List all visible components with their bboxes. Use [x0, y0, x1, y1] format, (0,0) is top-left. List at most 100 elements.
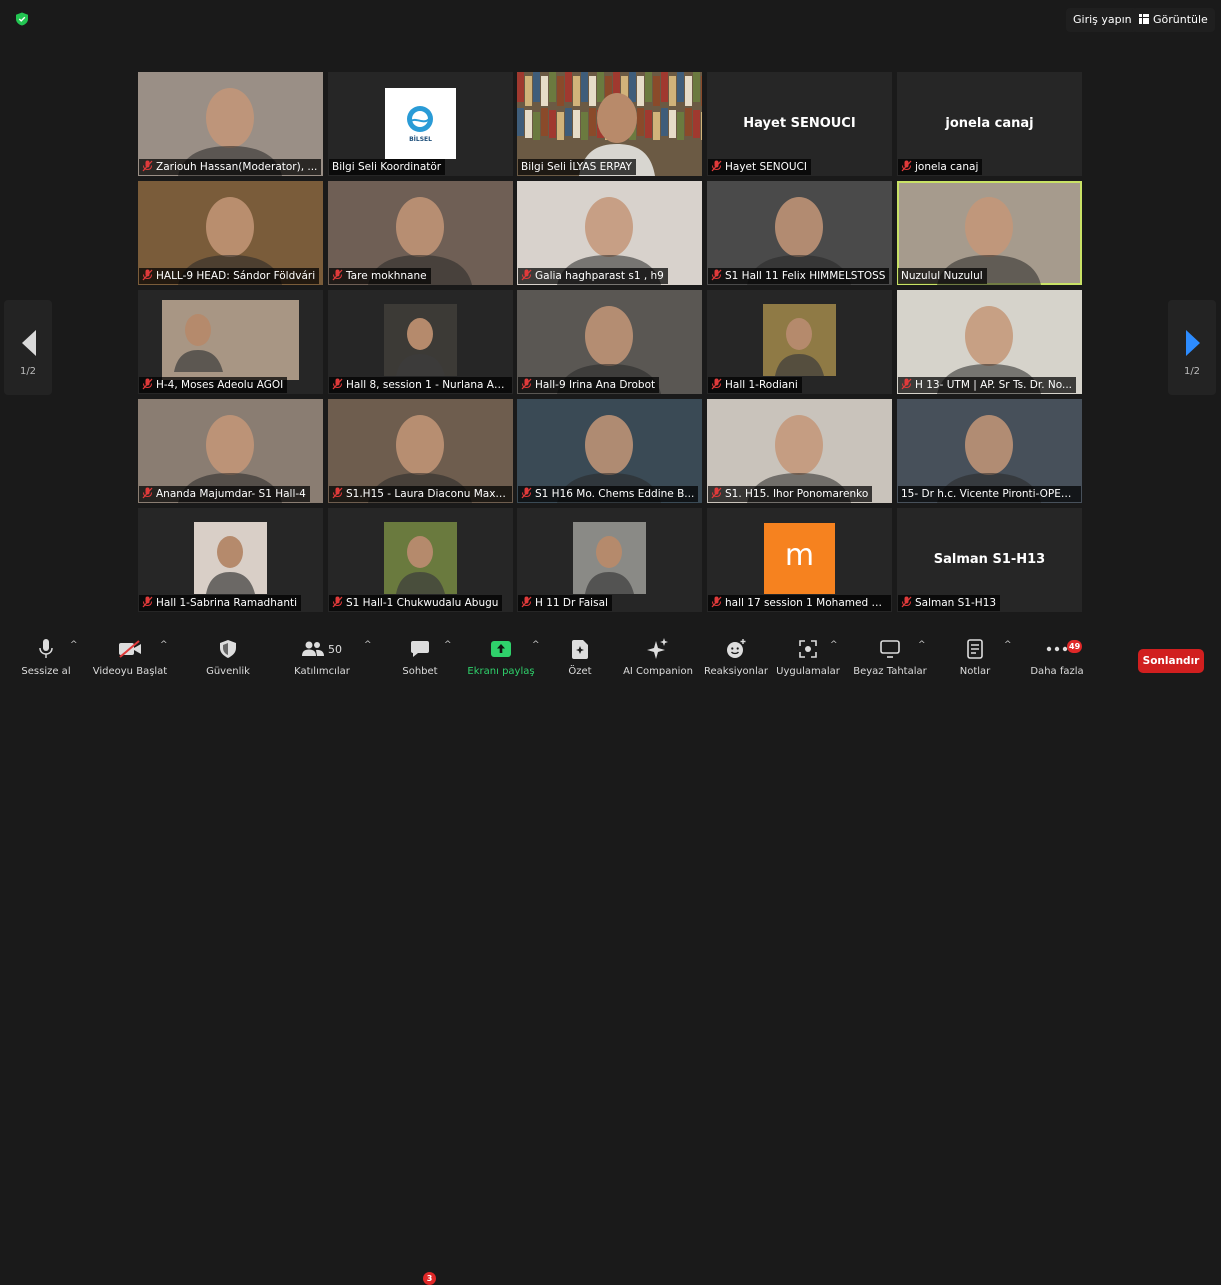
apps-options-caret-icon[interactable]: ^ — [830, 640, 838, 650]
meeting-toolbar: Sessize al ^ Videoyu Başlat ^ Güvenlik 5… — [0, 632, 1221, 1285]
muted-mic-icon — [521, 487, 532, 499]
mute-button[interactable]: Sessize al — [18, 638, 74, 682]
whiteboards-button[interactable]: Beyaz Tahtalar — [852, 638, 928, 682]
video-off-icon — [119, 640, 141, 658]
participant-tile[interactable]: jonela canaj jonela canaj — [897, 72, 1082, 176]
microphone-icon — [39, 639, 53, 658]
participant-tile[interactable]: 15- Dr h.c. Vicente Pironti-OPEN ... — [897, 399, 1082, 503]
muted-mic-icon — [711, 269, 722, 281]
participant-tile[interactable]: Hayet SENOUCI Hayet SENOUCI — [707, 72, 892, 176]
participant-name-label: Galia haghparast s1 , h9 — [518, 268, 668, 284]
participant-tile[interactable]: Bilgi Seli İLYAS ERPAY — [517, 72, 702, 176]
participant-tile[interactable]: m hall 17 session 1 Mohamed B... — [707, 508, 892, 612]
participant-name-label: Hayet SENOUCI — [708, 159, 811, 175]
participant-display-name: jonela canaj — [945, 116, 1034, 131]
summary-button[interactable]: Özet — [560, 638, 600, 682]
chat-button[interactable]: Sohbet — [396, 638, 444, 682]
participant-name: S1.H15 - Laura Diaconu Maxim — [346, 488, 509, 500]
participant-name-label: H 11 Dr Faisal — [518, 595, 612, 611]
previous-page-button[interactable]: 1/2 — [4, 300, 52, 395]
more-badge: 49 — [1067, 640, 1083, 653]
participant-name-label: Hall-9 Irina Ana Drobot — [518, 377, 660, 393]
participant-tile[interactable]: S1. H15. Ihor Ponomarenko — [707, 399, 892, 503]
muted-mic-icon — [521, 378, 532, 390]
participant-tile[interactable]: S1.H15 - Laura Diaconu Maxim — [328, 399, 513, 503]
participant-tile[interactable]: Hall 8, session 1 - Nurlana Ag... — [328, 290, 513, 394]
more-dots-icon — [1046, 646, 1068, 652]
start-video-button[interactable]: Videoyu Başlat — [90, 638, 170, 682]
participant-name-label: Bilgi Seli Koordinatör — [329, 159, 446, 175]
security-button[interactable]: Güvenlik — [200, 638, 256, 682]
participant-tile[interactable]: Zariouh Hassan(Moderator), ... — [138, 72, 323, 176]
participant-name-label: Nuzulul Nuzulul — [898, 268, 987, 284]
moodle-m-logo: m — [764, 523, 835, 594]
whiteboard-options-caret-icon[interactable]: ^ — [918, 640, 926, 650]
muted-mic-icon — [711, 160, 722, 172]
participant-tile[interactable]: Hall 1-Rodiani — [707, 290, 892, 394]
muted-mic-icon — [142, 378, 153, 390]
participant-video — [384, 304, 457, 376]
participant-tile[interactable]: S1 Hall-1 Chukwudalu Abugu — [328, 508, 513, 612]
arrow-left-icon — [22, 330, 36, 356]
participant-tile[interactable]: Ananda Majumdar- S1 Hall-4 — [138, 399, 323, 503]
participant-tile[interactable]: H-4, Moses Adeolu AGOI — [138, 290, 323, 394]
participant-tile[interactable]: Tare mokhnane — [328, 181, 513, 285]
reactions-button[interactable]: Reaksiyonlar — [704, 638, 768, 682]
ai-companion-button[interactable]: AI Companion — [620, 638, 696, 682]
encryption-shield-icon[interactable] — [15, 12, 29, 26]
share-screen-button[interactable]: Ekranı paylaş — [466, 638, 536, 682]
participant-tile[interactable]: Nuzulul Nuzulul — [897, 181, 1082, 285]
chat-label: Sohbet — [402, 666, 438, 677]
participant-name: Tare mokhnane — [346, 270, 427, 282]
participant-video — [162, 300, 299, 380]
sign-in-button[interactable]: Giriş yapın — [1066, 8, 1139, 32]
reactions-label: Reaksiyonlar — [704, 666, 768, 677]
chat-options-caret-icon[interactable]: ^ — [444, 640, 452, 650]
end-meeting-button[interactable]: Sonlandır — [1138, 649, 1204, 673]
participant-name-label: Bilgi Seli İLYAS ERPAY — [518, 159, 636, 175]
whiteboard-icon — [880, 640, 900, 658]
participant-name-label: S1 Hall-1 Chukwudalu Abugu — [329, 595, 503, 611]
participant-tile[interactable]: Galia haghparast s1 , h9 — [517, 181, 702, 285]
participant-tile[interactable]: H 13- UTM | AP. Sr Ts. Dr. No... — [897, 290, 1082, 394]
participant-name-label: H-4, Moses Adeolu AGOI — [139, 377, 288, 393]
participants-options-caret-icon[interactable]: ^ — [364, 640, 372, 650]
participant-name: S1 Hall 11 Felix HIMMELSTOSS — [725, 270, 886, 282]
participant-name: Hall 8, session 1 - Nurlana Ag... — [346, 379, 511, 391]
participant-tile[interactable]: H 11 Dr Faisal — [517, 508, 702, 612]
participant-tile[interactable]: Salman S1-H13 Salman S1-H13 — [897, 508, 1082, 612]
summary-icon — [572, 639, 588, 659]
participant-name-label: S1 Hall 11 Felix HIMMELSTOSS — [708, 268, 890, 284]
apps-label: Uygulamalar — [776, 666, 840, 677]
participant-name-label: jonela canaj — [898, 159, 983, 175]
participant-tile[interactable]: S1 H16 Mo. Chems Eddine B... — [517, 399, 702, 503]
reaction-smiley-icon — [727, 639, 746, 658]
participants-button[interactable]: 50 Katılımcılar — [290, 638, 354, 682]
participant-name: Zariouh Hassan(Moderator), ... — [156, 161, 318, 173]
muted-mic-icon — [142, 269, 153, 281]
notes-options-caret-icon[interactable]: ^ — [1004, 640, 1012, 650]
mute-options-caret-icon[interactable]: ^ — [70, 640, 78, 650]
participant-name: S1. H15. Ihor Ponomarenko — [725, 488, 869, 500]
participant-name: S1 H16 Mo. Chems Eddine B... — [535, 488, 695, 500]
video-options-caret-icon[interactable]: ^ — [160, 640, 168, 650]
muted-mic-icon — [332, 596, 343, 608]
participant-tile[interactable]: S1 Hall 11 Felix HIMMELSTOSS — [707, 181, 892, 285]
bilsel-logo: BİLSEL — [385, 88, 456, 159]
notes-button[interactable]: Notlar — [950, 638, 1000, 682]
participant-name-label: Ananda Majumdar- S1 Hall-4 — [139, 486, 310, 502]
logo-text: BİLSEL — [409, 136, 432, 143]
view-button[interactable]: Görüntüle — [1132, 8, 1215, 32]
start-video-label: Videoyu Başlat — [92, 666, 168, 677]
participant-tile[interactable]: HALL-9 HEAD: Sándor Földvári — [138, 181, 323, 285]
participant-tile[interactable]: BİLSEL Bilgi Seli Koordinatör — [328, 72, 513, 176]
participant-name-label: S1. H15. Ihor Ponomarenko — [708, 486, 873, 502]
participant-name-label: S1 H16 Mo. Chems Eddine B... — [518, 486, 699, 502]
participant-tile[interactable]: Hall-9 Irina Ana Drobot — [517, 290, 702, 394]
gallery-grid: Zariouh Hassan(Moderator), ... BİLSEL Bilg… — [138, 72, 1082, 612]
share-screen-icon — [491, 641, 511, 657]
share-options-caret-icon[interactable]: ^ — [532, 640, 540, 650]
next-page-button[interactable]: 1/2 — [1168, 300, 1216, 395]
participant-name: HALL-9 HEAD: Sándor Földvári — [156, 270, 316, 282]
participant-tile[interactable]: Hall 1-Sabrina Ramadhanti — [138, 508, 323, 612]
